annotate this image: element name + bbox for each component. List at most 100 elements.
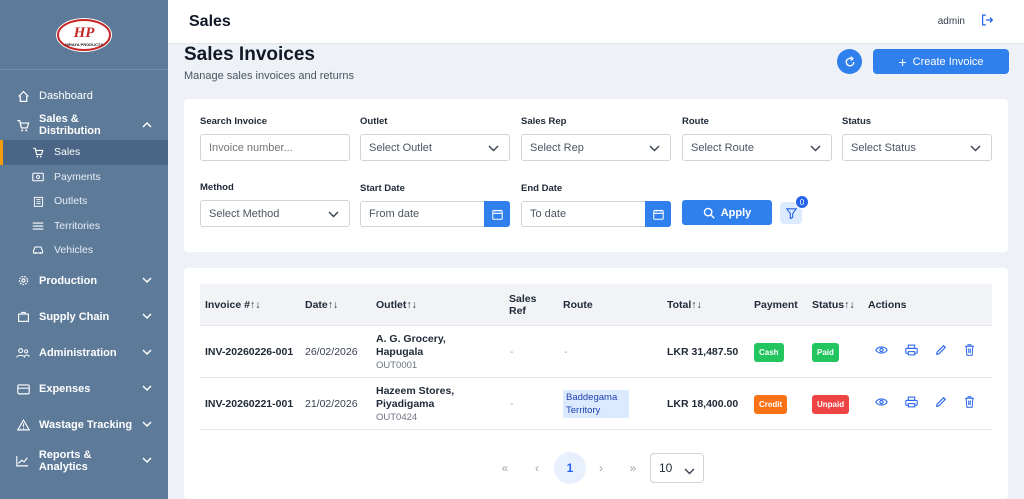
invoice-number[interactable]: INV-20260221-001 xyxy=(205,398,293,411)
sales-ref: - xyxy=(510,345,514,358)
calendar-icon[interactable] xyxy=(484,201,510,227)
col-header-sales-ref: Sales Ref xyxy=(509,293,537,317)
outlet-name: A. G. Grocery, Hapugala xyxy=(376,332,446,358)
page-number-button[interactable]: 1 xyxy=(554,452,586,484)
field-label: Outlet xyxy=(360,116,388,127)
sidebar-item-reports-analytics[interactable]: Reports & Analytics xyxy=(0,443,168,479)
outlet-name: Hazeem Stores, Piyadigama xyxy=(376,384,455,410)
invoice-number[interactable]: INV-20260226-001 xyxy=(205,346,293,359)
calendar-icon[interactable] xyxy=(645,201,671,227)
gear-icon xyxy=(16,274,30,288)
company-logo[interactable]: HP HIRAYA PRODUCTS xyxy=(54,15,114,55)
view-icon[interactable] xyxy=(875,397,888,411)
last-page-button[interactable]: » xyxy=(617,452,649,484)
sidebar-item-outlets[interactable]: Outlets xyxy=(0,189,168,214)
route-select[interactable]: Select Route xyxy=(682,134,832,161)
status-select[interactable]: Select Status xyxy=(842,134,992,161)
method-select-value: Select Method xyxy=(209,207,280,220)
chevron-down-icon xyxy=(142,384,152,394)
page-subtitle: Manage sales invoices and returns xyxy=(184,70,354,82)
refresh-icon xyxy=(845,55,854,66)
view-icon[interactable] xyxy=(875,345,888,359)
page-title: Sales Invoices xyxy=(184,44,315,65)
page-size-select[interactable]: 10 xyxy=(650,453,704,483)
edit-icon[interactable] xyxy=(935,344,947,360)
sidebar-item-vehicles[interactable]: Vehicles xyxy=(0,238,168,263)
top-bar: Sales admin xyxy=(168,0,1024,44)
field-label: End Date xyxy=(521,183,563,194)
sidebar-item-payments[interactable]: Payments xyxy=(0,165,168,190)
table-row: INV-20260221-001 21/02/2026 Hazeem Store… xyxy=(200,378,992,430)
chevron-down-icon xyxy=(328,209,339,221)
col-header-outlet[interactable]: Outlet↑↓ xyxy=(376,284,417,326)
col-header-total[interactable]: Total↑↓ xyxy=(667,284,702,326)
sidebar-item-label: Territories xyxy=(54,219,101,232)
col-header-invoice[interactable]: Invoice #↑↓ xyxy=(205,284,260,326)
sidebar-item-label: Wastage Tracking xyxy=(39,418,133,431)
sidebar-item-label: Reports & Analytics xyxy=(38,448,92,473)
search-invoice-input[interactable] xyxy=(200,134,350,161)
sidebar-item-label: Outlets xyxy=(54,195,88,208)
col-header-date[interactable]: Date↑↓ xyxy=(305,284,338,326)
sidebar-item-label: Expenses xyxy=(39,382,91,395)
end-date-placeholder: To date xyxy=(530,208,567,220)
route-tag: Baddegama Territory xyxy=(563,390,629,418)
refresh-button[interactable] xyxy=(837,49,862,74)
sidebar-item-supply-chain[interactable]: Supply Chain xyxy=(0,299,168,335)
chevron-down-icon xyxy=(684,464,695,478)
money-icon xyxy=(32,171,44,183)
invoice-total: LKR 31,487.50 xyxy=(667,345,739,358)
users-icon xyxy=(16,346,30,360)
print-icon[interactable] xyxy=(905,344,918,360)
apply-button[interactable]: Apply xyxy=(682,200,772,225)
chevron-down-icon xyxy=(970,143,981,155)
sidebar-item-territories[interactable]: Territories xyxy=(0,214,168,239)
create-invoice-label: Create Invoice xyxy=(912,55,984,68)
route: - xyxy=(564,345,568,358)
col-header-status[interactable]: Status↑↓ xyxy=(812,284,855,326)
sidebar-item-label: Administration xyxy=(39,346,117,359)
chevron-down-icon xyxy=(142,276,152,286)
invoice-total: LKR 18,400.00 xyxy=(667,397,739,410)
sales-rep-select[interactable]: Select Rep xyxy=(521,134,671,161)
username-label[interactable]: admin xyxy=(938,16,965,27)
field-label: Start Date xyxy=(360,183,405,194)
warning-icon xyxy=(16,418,30,432)
sidebar-item-production[interactable]: Production xyxy=(0,263,168,299)
start-date-input[interactable]: From date xyxy=(360,201,510,227)
col-header-payment: Payment xyxy=(754,299,798,311)
chevron-down-icon xyxy=(649,143,660,155)
sidebar-item-sales-distribution[interactable]: Sales & Distribution xyxy=(0,110,168,140)
print-icon[interactable] xyxy=(905,396,918,412)
logout-icon[interactable] xyxy=(981,14,994,29)
sidebar: HP HIRAYA PRODUCTS Dashboard Sales & Dis… xyxy=(0,0,168,499)
outlet-select[interactable]: Select Outlet xyxy=(360,134,510,161)
prev-page-button[interactable]: ‹ xyxy=(521,452,553,484)
sidebar-item-administration[interactable]: Administration xyxy=(0,335,168,371)
end-date-input[interactable]: To date xyxy=(521,201,671,227)
sidebar-item-wastage-tracking[interactable]: Wastage Tracking xyxy=(0,407,168,443)
svg-text:HIRAYA PRODUCTS: HIRAYA PRODUCTS xyxy=(65,42,103,47)
edit-icon[interactable] xyxy=(935,396,947,412)
status-field: Status Select Status xyxy=(842,116,992,161)
chevron-down-icon xyxy=(488,143,499,155)
sidebar-item-expenses[interactable]: Expenses xyxy=(0,371,168,407)
filter-icon xyxy=(785,207,797,219)
outlet-field: Outlet Select Outlet xyxy=(360,116,510,161)
cart-icon xyxy=(32,146,44,158)
next-page-button[interactable]: › xyxy=(585,452,617,484)
delete-icon[interactable] xyxy=(964,344,975,360)
invoice-date: 21/02/2026 xyxy=(305,397,358,410)
create-invoice-button[interactable]: + Create Invoice xyxy=(873,49,1009,74)
sidebar-item-dashboard[interactable]: Dashboard xyxy=(0,82,168,110)
wallet-icon xyxy=(16,382,30,396)
outlet-code: OUT0424 xyxy=(376,411,418,423)
first-page-button[interactable]: « xyxy=(489,452,521,484)
delete-icon[interactable] xyxy=(964,396,975,412)
sidebar-item-label: Dashboard xyxy=(39,90,93,102)
method-select[interactable]: Select Method xyxy=(200,200,350,227)
sidebar-item-label: Supply Chain xyxy=(39,310,110,323)
search-icon xyxy=(703,207,715,219)
sidebar-item-sales[interactable]: Sales xyxy=(0,140,168,165)
status-badge: Paid xyxy=(812,342,839,362)
